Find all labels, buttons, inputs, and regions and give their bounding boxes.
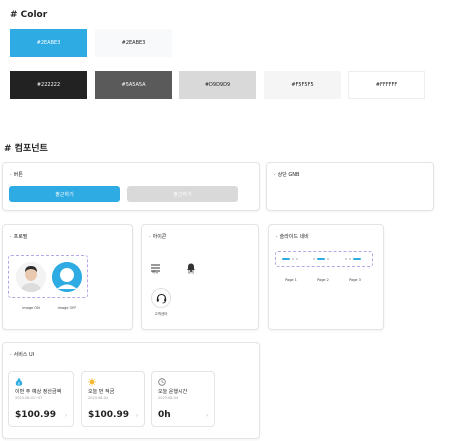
swatch-label: #2EABE3 <box>36 40 61 46</box>
service-card-driving-time[interactable]: 오늘 운행시간 2023.08.04 0h › <box>151 371 215 427</box>
avatar-image-on <box>16 262 46 292</box>
swatch-label: #5A5A5A <box>121 82 146 88</box>
money-bag-icon: $ <box>15 378 23 386</box>
color-swatch-5a5a5a: #5A5A5A <box>95 71 172 99</box>
slide-nav-card-title: · 슬라이드 네비 <box>276 233 309 241</box>
chevron-right-icon: › <box>206 413 208 419</box>
icon-card: · 아이콘 메뉴 알림 고객센터 <box>141 224 259 330</box>
service-item-date: 2023.08.04 <box>158 396 179 400</box>
component-section-title: # 컴포넌트 <box>4 144 48 154</box>
service-item-value: $100.99 <box>15 410 56 420</box>
swatch-label: #222222 <box>36 82 61 88</box>
swatch-label: #F5F5F5 <box>291 82 314 88</box>
service-item-date: 2023.08.01~07 <box>15 396 43 400</box>
service-card-weekly-settlement[interactable]: $ 이번 주 예상 정산금액 2023.08.01~07 $100.99 › <box>8 371 74 427</box>
service-ui-card-title: · 서비스 UI <box>10 351 35 359</box>
service-item-title: 이번 주 예상 정산금액 <box>15 389 62 395</box>
slide-page-label-1: Page 1 <box>285 278 297 282</box>
slide-indicator-page-1[interactable] <box>282 258 298 260</box>
gnb-card-title: · 상단 GNB <box>274 171 300 179</box>
swatch-label: #D9D9D9 <box>204 82 231 88</box>
slide-page-label-2: Page 2 <box>317 278 329 282</box>
headset-icon-wrapper[interactable] <box>151 288 171 308</box>
color-swatch-primary: #2EABE3 <box>10 29 87 57</box>
service-item-value: $100.99 <box>88 410 129 420</box>
chevron-right-icon: › <box>65 413 67 419</box>
headset-icon-label: 고객센터 <box>154 312 168 316</box>
avatar-image-off <box>52 262 82 292</box>
profile-card: · 프로필 image ON image OFF <box>2 224 133 330</box>
menu-icon-label: 메뉴 <box>151 270 159 274</box>
chevron-right-icon: › <box>136 413 138 419</box>
profile-card-title: · 프로필 <box>10 233 28 241</box>
color-section-title: # Color <box>10 10 48 20</box>
service-item-value: 0h <box>158 410 171 420</box>
service-card-daily-savings[interactable]: 오늘 번 적금 2023.08.04 $100.99 › <box>81 371 145 427</box>
color-swatch-ffffff: #FFFFFF <box>348 71 425 99</box>
menu-icon[interactable] <box>151 259 160 272</box>
primary-button[interactable]: 출근하기 <box>9 186 120 202</box>
slide-page-label-3: Page 3 <box>349 278 361 282</box>
clock-icon <box>158 378 166 386</box>
slide-indicator-page-2[interactable] <box>313 258 329 260</box>
swatch-label: #2EABE3 <box>121 40 146 46</box>
sun-coin-icon <box>88 378 96 386</box>
color-swatch-primary-light: #2EABE3 <box>95 29 172 57</box>
gnb-card: · 상단 GNB <box>266 162 434 211</box>
slide-indicator-page-3[interactable] <box>345 258 361 260</box>
color-swatch-222222: #222222 <box>10 71 87 99</box>
color-swatch-d9d9d9: #D9D9D9 <box>179 71 256 99</box>
image-on-label: image ON <box>22 306 40 310</box>
service-ui-card: · 서비스 UI $ 이번 주 예상 정산금액 2023.08.01~07 $10… <box>2 342 260 439</box>
svg-text:$: $ <box>18 381 20 385</box>
bell-icon-label: 알림 <box>187 270 195 274</box>
disabled-button[interactable]: 출근하기 <box>127 186 238 202</box>
button-card: · 버튼 출근하기 출근하기 <box>2 162 260 211</box>
service-item-title: 오늘 운행시간 <box>158 389 188 395</box>
slide-nav-card: · 슬라이드 네비 Page 1 Page 2 Page 3 <box>268 224 384 330</box>
color-swatch-f5f5f5: #F5F5F5 <box>264 71 341 99</box>
bell-icon[interactable] <box>187 259 195 272</box>
image-off-label: image OFF <box>57 306 77 310</box>
headset-icon <box>156 293 166 303</box>
swatch-label: #FFFFFF <box>375 82 398 88</box>
service-item-title: 오늘 번 적금 <box>88 389 115 395</box>
icon-card-title: · 아이콘 <box>149 233 167 241</box>
button-card-title: · 버튼 <box>10 171 23 179</box>
service-item-date: 2023.08.04 <box>88 396 109 400</box>
